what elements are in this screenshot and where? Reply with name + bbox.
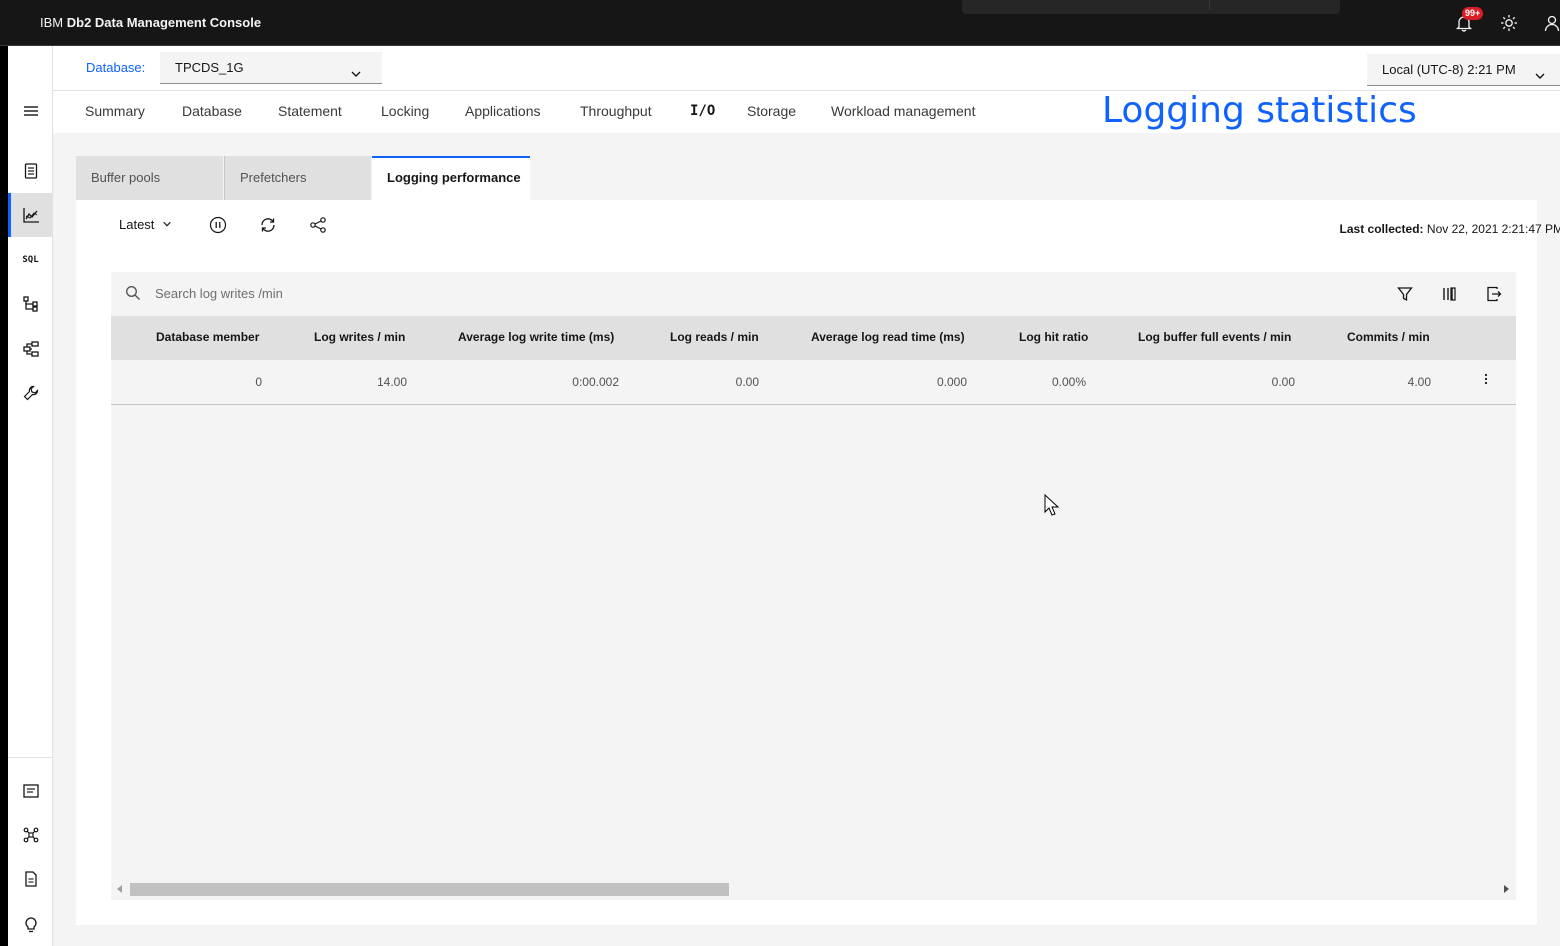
table-cell: 14.00 <box>376 375 407 389</box>
sidenav-divider <box>8 757 53 758</box>
table-cell: 0 <box>255 375 262 389</box>
logging-statistics-caption: Logging statistics <box>1102 90 1417 131</box>
table-search-bar: Search log writes /min <box>111 272 1516 316</box>
last-collected-label: Last collected: <box>1339 222 1424 236</box>
product-brand[interactable]: IBM Db2 Data Management Console <box>40 0 261 46</box>
table-cell: 0.000 <box>936 375 967 389</box>
scroll-left-arrow-icon[interactable] <box>117 885 122 893</box>
main-content: Buffer pools Prefetchers Logging perform… <box>53 133 1560 946</box>
user-profile-icon[interactable] <box>1540 11 1560 35</box>
tab-throughput[interactable]: Throughput <box>580 103 652 119</box>
column-header[interactable]: Log hit ratio <box>1019 330 1088 344</box>
horizontal-scrollbar[interactable] <box>111 881 1516 898</box>
lightbulb-icon[interactable] <box>8 902 53 946</box>
timezone-dropdown[interactable]: Local (UTC-8) 2:21 PM <box>1367 54 1560 86</box>
monitor-chart-icon[interactable] <box>8 193 53 237</box>
table-cell: 0:00.002 <box>572 375 619 389</box>
side-nav: SQL <box>8 46 53 946</box>
chevron-down-icon <box>162 217 172 232</box>
tab-statement[interactable]: Statement <box>278 103 342 119</box>
database-dropdown[interactable]: TPCDS_1G <box>160 52 382 84</box>
subtab-logging-performance[interactable]: Logging performance <box>372 156 530 200</box>
subtab-buffer-pools[interactable]: Buffer pools <box>76 156 223 200</box>
scrollbar-thumb[interactable] <box>130 883 729 896</box>
logging-data-table: Search log writes /min Database member L… <box>111 272 1516 900</box>
tab-locking[interactable]: Locking <box>381 103 429 119</box>
last-collected-info: Last collected: Nov 22, 2021 2:21:47 PM <box>1340 222 1560 236</box>
timezone-value: Local (UTC-8) 2:21 PM <box>1382 62 1516 77</box>
brand-name: Db2 Data Management Console <box>66 15 262 30</box>
column-header[interactable]: Log buffer full events / min <box>1138 330 1291 344</box>
document-icon[interactable] <box>8 857 53 901</box>
top-header: IBM Db2 Data Management Console 99+ <box>0 0 1560 46</box>
header-search-tab[interactable] <box>962 0 1340 14</box>
brand-prefix: IBM <box>40 15 64 30</box>
chevron-down-icon <box>1534 62 1546 94</box>
table-header: Database member Log writes / min Average… <box>111 316 1516 360</box>
mouse-cursor-icon <box>1044 493 1060 523</box>
search-input[interactable]: Search log writes /min <box>155 286 283 301</box>
table-cell: 0.00 <box>735 375 759 389</box>
database-icon[interactable] <box>8 149 53 193</box>
database-selector-bar: Database: TPCDS_1G Local (UTC-8) 2:21 PM <box>53 46 1560 91</box>
share-icon[interactable] <box>307 214 329 236</box>
tab-workload-management[interactable]: Workload management <box>831 103 975 119</box>
column-header[interactable]: Log reads / min <box>670 330 759 344</box>
tree-structure-icon[interactable] <box>8 282 53 326</box>
chevron-down-icon <box>350 60 362 92</box>
network-nodes-icon[interactable] <box>8 813 53 857</box>
column-header[interactable]: Average log read time (ms) <box>811 330 965 344</box>
table-cell: 4.00 <box>1407 375 1431 389</box>
table-row[interactable]: 0 14.00 0:00.002 0.00 0.000 0.00% 0.00 4… <box>111 360 1516 405</box>
export-icon[interactable] <box>1483 283 1505 305</box>
notification-badge: 99+ <box>1462 7 1484 20</box>
scroll-right-arrow-icon[interactable] <box>1504 885 1509 893</box>
latest-dropdown[interactable]: Latest <box>119 217 172 232</box>
tab-applications[interactable]: Applications <box>465 103 541 119</box>
column-header[interactable]: Average log write time (ms) <box>458 330 614 344</box>
table-cell: 0.00% <box>1051 375 1086 389</box>
sql-editor-icon[interactable]: SQL <box>8 238 53 282</box>
tab-io[interactable]: I/O <box>690 103 715 119</box>
tab-storage[interactable]: Storage <box>747 103 796 119</box>
column-header[interactable]: Log writes / min <box>314 330 405 344</box>
database-value: TPCDS_1G <box>175 60 244 75</box>
app-window: IBM Db2 Data Management Console 99+ SQL <box>0 0 1560 946</box>
workflow-icon[interactable] <box>8 327 53 371</box>
column-header[interactable]: Commits / min <box>1347 330 1430 344</box>
last-collected-value: Nov 22, 2021 2:21:47 PM <box>1426 222 1560 236</box>
wrench-settings-icon[interactable] <box>8 371 53 415</box>
refresh-icon[interactable] <box>257 214 279 236</box>
column-header[interactable]: Database member <box>156 330 259 344</box>
column-settings-icon[interactable] <box>1438 283 1460 305</box>
logging-performance-panel: Latest Last collected: Nov 22, 2021 2:21… <box>76 200 1560 925</box>
table-cell: 0.00 <box>1271 375 1295 389</box>
subtab-prefetchers[interactable]: Prefetchers <box>224 156 371 200</box>
filter-icon[interactable] <box>1394 283 1416 305</box>
theme-sun-icon[interactable] <box>1497 11 1521 35</box>
hamburger-menu-icon[interactable] <box>8 89 53 133</box>
tab-database[interactable]: Database <box>182 103 242 119</box>
notes-icon[interactable] <box>8 769 53 813</box>
left-gutter <box>0 46 8 946</box>
search-icon <box>125 285 141 306</box>
database-label: Database: <box>86 60 146 75</box>
pause-icon[interactable] <box>207 214 229 236</box>
latest-label: Latest <box>119 217 155 232</box>
tab-summary[interactable]: Summary <box>85 103 145 119</box>
sql-label: SQL <box>22 255 39 265</box>
overflow-menu-icon[interactable] <box>1484 372 1488 391</box>
